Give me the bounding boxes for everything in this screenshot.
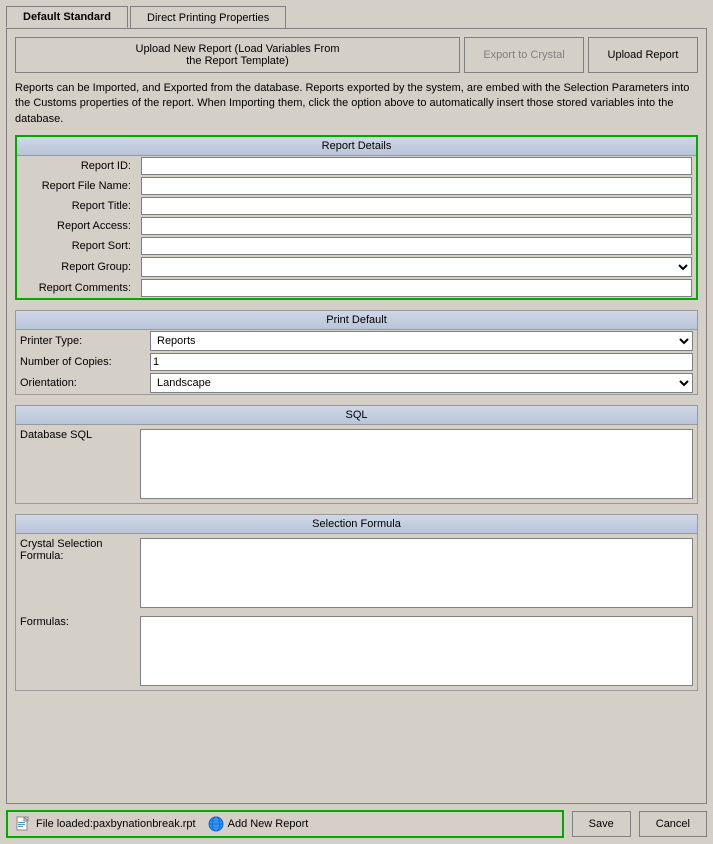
export-crystal-button[interactable]: Export to Crystal: [464, 37, 584, 73]
report-details-header: Report Details: [17, 137, 696, 156]
table-row: Report ID:: [17, 156, 696, 176]
globe-icon: [208, 816, 224, 832]
report-sort-input[interactable]: [141, 237, 692, 255]
formulas-label: Formulas:: [20, 616, 140, 686]
table-row: Number of Copies:: [16, 352, 697, 372]
sql-section: SQL Database SQL: [15, 405, 698, 504]
report-access-input[interactable]: [141, 217, 692, 235]
bottom-bar: File loaded:paxbynationbreak.rpt Add New…: [0, 804, 713, 844]
printer-type-select[interactable]: Reports: [150, 331, 693, 351]
field-value: [137, 236, 696, 256]
report-title-input[interactable]: [141, 197, 692, 215]
main-window: Default Standard Direct Printing Propert…: [0, 0, 713, 844]
field-label: Orientation:: [16, 372, 146, 394]
upload-new-button[interactable]: Upload New Report (Load Variables Fromth…: [15, 37, 460, 73]
formulas-input[interactable]: [140, 616, 693, 686]
crystal-formula-input[interactable]: [140, 538, 693, 608]
field-label: Report Comments:: [17, 278, 137, 298]
file-loaded-text: File loaded:paxbynationbreak.rpt: [36, 818, 196, 830]
copies-input[interactable]: [150, 353, 693, 371]
sql-header: SQL: [16, 406, 697, 425]
field-label: Report ID:: [17, 156, 137, 176]
print-default-table: Printer Type: Reports Number of Copies:: [16, 330, 697, 394]
field-value: [146, 352, 697, 372]
field-value: Reports: [146, 330, 697, 352]
field-value: Landscape Portrait: [146, 372, 697, 394]
print-default-section: Print Default Printer Type: Reports Numb…: [15, 310, 698, 395]
database-sql-input[interactable]: [140, 429, 693, 499]
print-default-header: Print Default: [16, 311, 697, 330]
orientation-select[interactable]: Landscape Portrait: [150, 373, 693, 393]
tab-default-standard[interactable]: Default Standard: [6, 6, 128, 28]
bottom-buttons: Save Cancel: [572, 811, 707, 837]
field-label: Report Group:: [17, 256, 137, 278]
field-value: [137, 256, 696, 278]
field-label: Report Access:: [17, 216, 137, 236]
upload-report-button[interactable]: Upload Report: [588, 37, 698, 73]
formulas-row: Formulas:: [16, 612, 697, 690]
table-row: Orientation: Landscape Portrait: [16, 372, 697, 394]
report-details-section: Report Details Report ID: Report File Na…: [15, 135, 698, 300]
table-row: Report Access:: [17, 216, 696, 236]
table-row: Report Group:: [17, 256, 696, 278]
main-content: Upload New Report (Load Variables Fromth…: [6, 28, 707, 804]
cancel-button[interactable]: Cancel: [639, 811, 707, 837]
info-text: Reports can be Imported, and Exported fr…: [15, 79, 698, 129]
table-row: Report File Name:: [17, 176, 696, 196]
field-label: Report Title:: [17, 196, 137, 216]
field-label: Report Sort:: [17, 236, 137, 256]
field-value: [137, 156, 696, 176]
file-status-box: File loaded:paxbynationbreak.rpt Add New…: [6, 810, 564, 838]
field-value: [137, 176, 696, 196]
field-label: Report File Name:: [17, 176, 137, 196]
button-row: Upload New Report (Load Variables Fromth…: [15, 37, 698, 73]
field-label: Printer Type:: [16, 330, 146, 352]
file-icon: [16, 816, 32, 832]
table-row: Report Comments:: [17, 278, 696, 298]
field-value: [137, 278, 696, 298]
selection-formula-section: Selection Formula Crystal Selection Form…: [15, 514, 698, 691]
report-filename-input[interactable]: [141, 177, 692, 195]
save-button[interactable]: Save: [572, 811, 631, 837]
selection-formula-header: Selection Formula: [16, 515, 697, 534]
report-id-input[interactable]: [141, 157, 692, 175]
report-group-select[interactable]: [141, 257, 692, 277]
report-details-table: Report ID: Report File Name: Report Titl…: [17, 156, 696, 298]
field-value: [137, 216, 696, 236]
table-row: Report Sort:: [17, 236, 696, 256]
report-comments-input[interactable]: [141, 279, 692, 297]
tab-direct-printing[interactable]: Direct Printing Properties: [130, 6, 286, 28]
field-label: Number of Copies:: [16, 352, 146, 372]
crystal-formula-label: Crystal Selection Formula:: [20, 538, 140, 608]
field-value: [137, 196, 696, 216]
table-row: Report Title:: [17, 196, 696, 216]
table-row: Printer Type: Reports: [16, 330, 697, 352]
crystal-formula-row: Crystal Selection Formula:: [16, 534, 697, 612]
add-new-report-text[interactable]: Add New Report: [228, 818, 309, 830]
sql-row: Database SQL: [16, 425, 697, 503]
tab-bar: Default Standard Direct Printing Propert…: [0, 0, 713, 28]
sql-label: Database SQL: [20, 429, 140, 499]
